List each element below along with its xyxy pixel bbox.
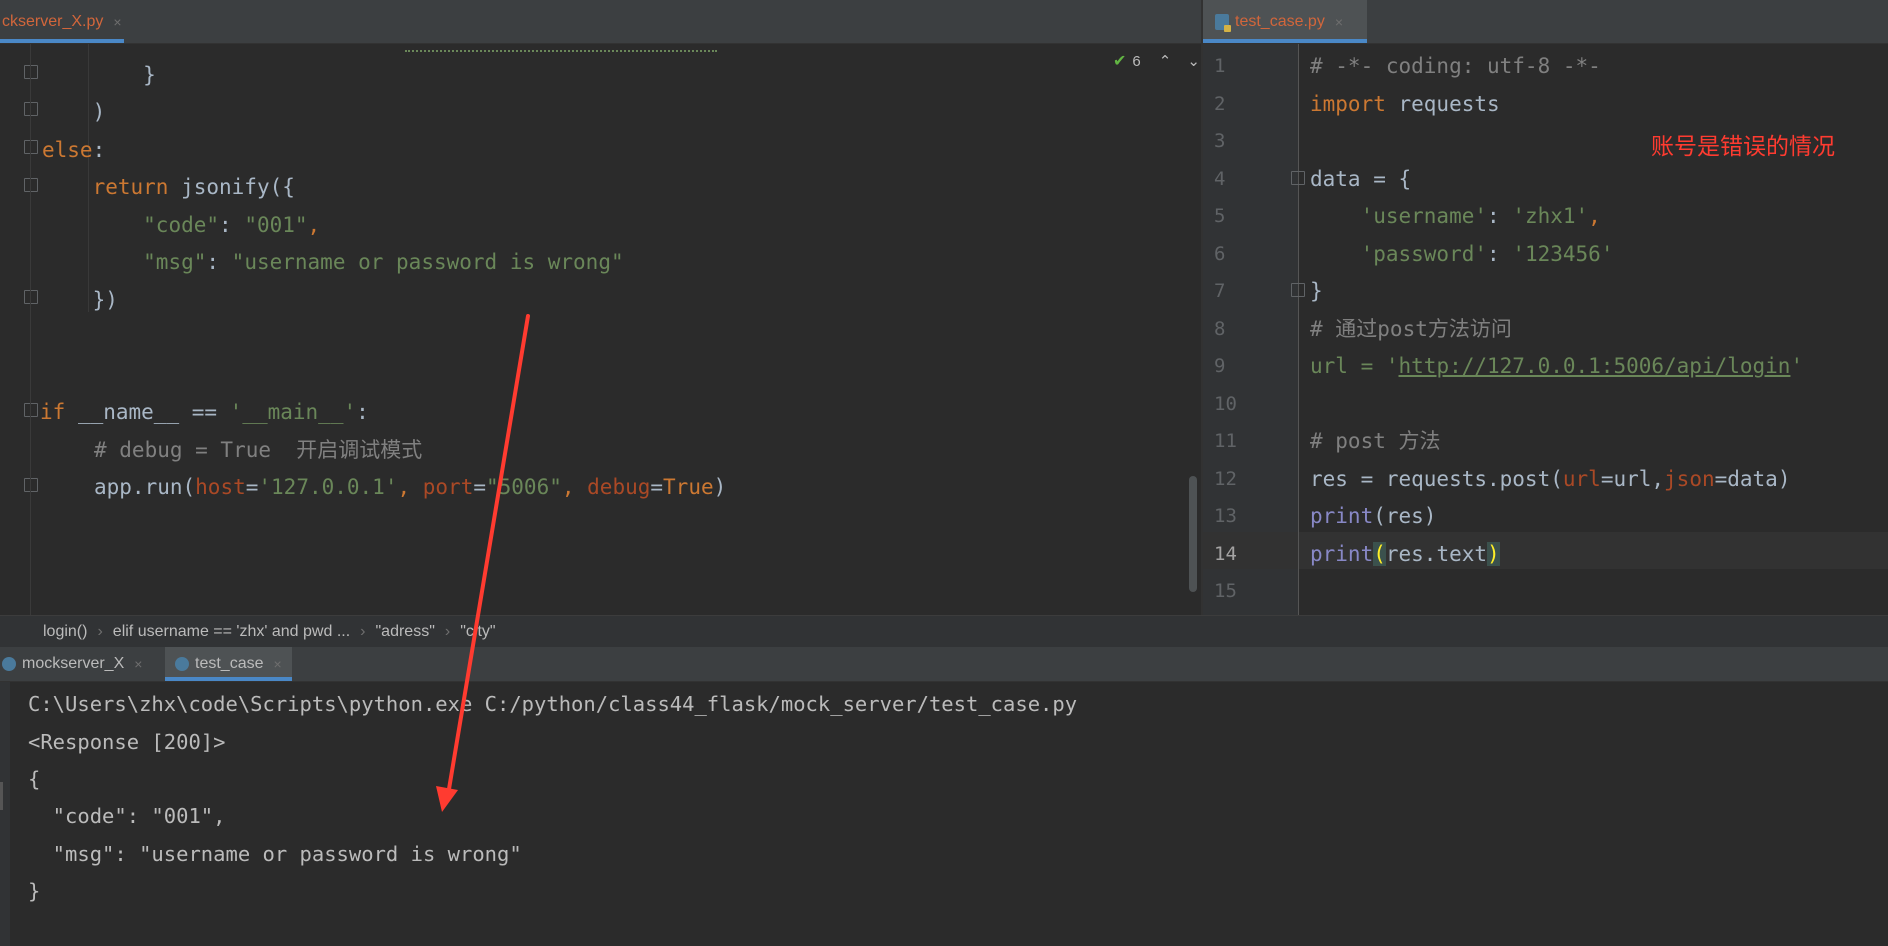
annotation-arrow — [436, 314, 530, 812]
